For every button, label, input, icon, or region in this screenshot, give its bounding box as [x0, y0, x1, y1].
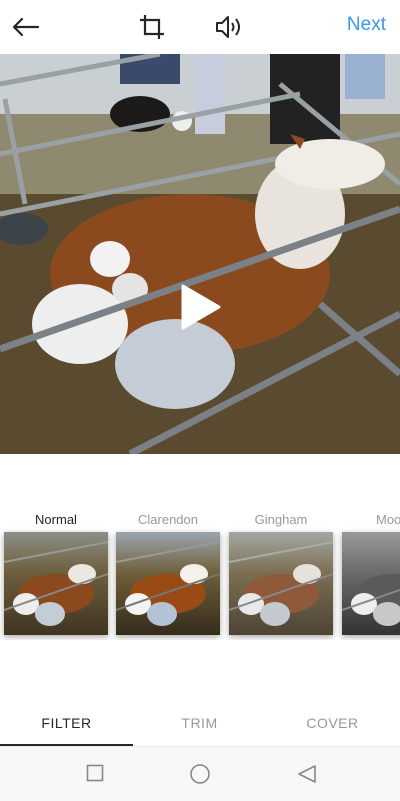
- filter-moon[interactable]: Moo: [342, 508, 400, 635]
- circle-icon[interactable]: [189, 763, 211, 790]
- triangle-back-icon[interactable]: [297, 764, 317, 789]
- video-preview[interactable]: [0, 54, 400, 454]
- filter-strip[interactable]: Normal Clarendon Gingham Moo: [0, 508, 400, 640]
- square-icon[interactable]: [86, 764, 104, 787]
- filter-thumbnail[interactable]: [342, 532, 400, 635]
- top-bar: Next: [0, 0, 400, 54]
- filter-clarendon[interactable]: Clarendon: [116, 508, 220, 635]
- filter-label: Normal: [35, 512, 77, 527]
- filter-thumbnail[interactable]: [116, 532, 220, 635]
- tab-trim[interactable]: TRIM: [133, 700, 266, 746]
- volume-icon[interactable]: [214, 11, 246, 43]
- filter-gingham[interactable]: Gingham: [229, 508, 333, 635]
- edit-tabs: FILTER TRIM COVER: [0, 700, 400, 746]
- filter-label: Clarendon: [138, 512, 198, 527]
- next-button[interactable]: Next: [347, 14, 386, 36]
- tab-filter[interactable]: FILTER: [0, 700, 133, 746]
- crop-icon[interactable]: [136, 11, 168, 43]
- back-arrow-icon[interactable]: [10, 11, 42, 43]
- filter-normal[interactable]: Normal: [4, 508, 108, 635]
- filter-label: Moo: [376, 512, 400, 527]
- system-nav-bar: [0, 746, 400, 801]
- tab-cover[interactable]: COVER: [266, 700, 399, 746]
- filter-thumbnail[interactable]: [4, 532, 108, 635]
- farm-scene-image: [0, 54, 400, 454]
- filter-thumbnail[interactable]: [229, 532, 333, 635]
- play-icon[interactable]: [181, 284, 221, 335]
- filter-label: Gingham: [254, 512, 308, 527]
